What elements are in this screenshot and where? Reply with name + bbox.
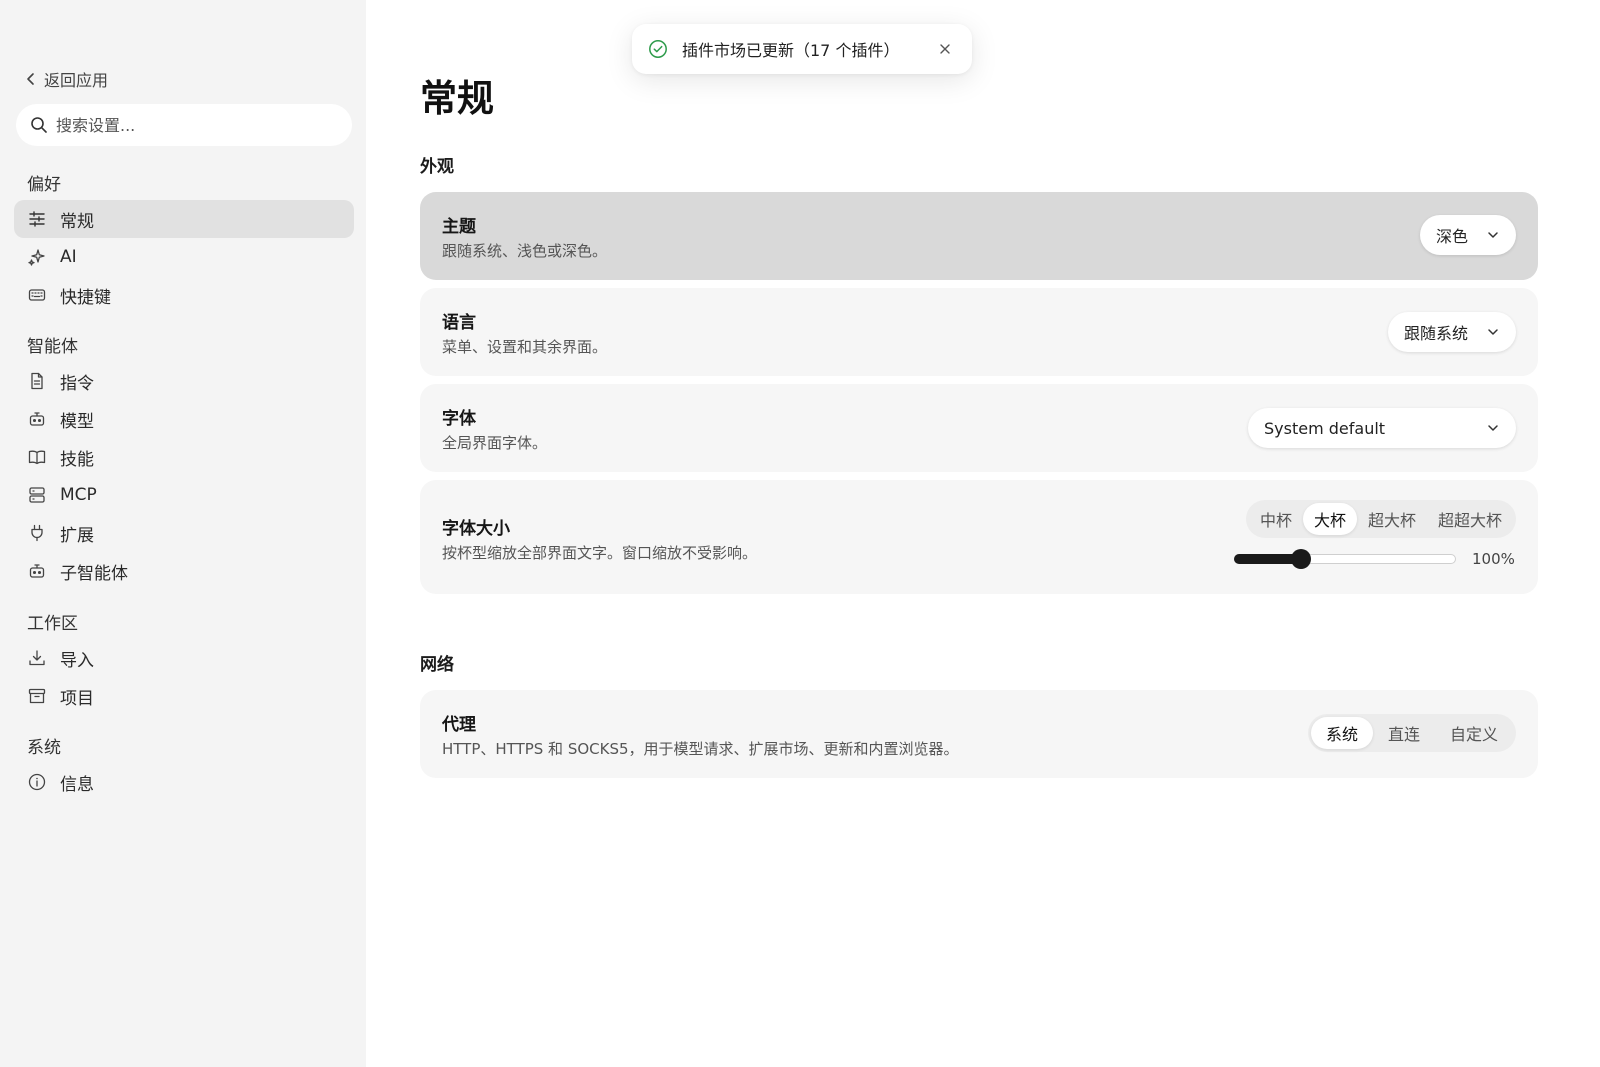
close-icon bbox=[940, 44, 950, 54]
chevron-left-icon bbox=[27, 73, 34, 85]
bot-icon bbox=[29, 564, 45, 578]
sidebar-item-general[interactable]: 常规 bbox=[14, 200, 354, 238]
chevron-down-icon bbox=[1488, 232, 1498, 238]
sidebar-item-shortcuts[interactable]: 快捷键 bbox=[14, 276, 354, 314]
setting-desc: 跟随系统、浅色或深色。 bbox=[442, 242, 608, 260]
proxy-segmented-control[interactable]: 系统 直连 自定义 bbox=[1307, 714, 1516, 752]
search-input[interactable] bbox=[56, 115, 326, 135]
toast-notification: 插件市场已更新（17 个插件） bbox=[632, 24, 972, 74]
plug-icon bbox=[31, 524, 43, 542]
archive-icon bbox=[28, 688, 46, 704]
section-title-network: 网络 bbox=[420, 655, 454, 675]
slider-thumb[interactable] bbox=[1291, 549, 1311, 569]
check-circle-icon bbox=[649, 40, 667, 58]
sidebar-item-label: 项目 bbox=[60, 688, 94, 709]
chevron-down-icon bbox=[1488, 425, 1498, 431]
sidebar-item-ai[interactable]: AI bbox=[14, 238, 354, 276]
proxy-option-system[interactable]: 系统 bbox=[1310, 717, 1373, 749]
setting-row-font-size: 字体大小 按杯型缩放全部界面文字。窗口缩放不受影响。 中杯 大杯 超大杯 超超大… bbox=[420, 480, 1538, 594]
proxy-option-direct[interactable]: 直连 bbox=[1373, 717, 1435, 749]
font-size-slider: 100% bbox=[1234, 546, 1516, 572]
setting-desc: HTTP、HTTPS 和 SOCKS5，用于模型请求、扩展市场、更新和内置浏览器… bbox=[442, 740, 959, 758]
back-label: 返回应用 bbox=[44, 71, 109, 90]
theme-dropdown[interactable]: 深色 bbox=[1420, 215, 1516, 255]
toast-close-button[interactable] bbox=[934, 38, 956, 60]
setting-title: 语言 bbox=[442, 313, 476, 333]
setting-row-font: 字体 全局界面字体。 System default bbox=[420, 384, 1538, 472]
search-icon bbox=[31, 117, 47, 133]
dropdown-value: 深色 bbox=[1436, 227, 1469, 246]
sidebar-item-instructions[interactable]: 指令 bbox=[14, 362, 354, 400]
document-icon bbox=[31, 372, 43, 390]
page-title: 常规 bbox=[420, 77, 494, 120]
slider-value-label: 100% bbox=[1472, 550, 1515, 568]
font-size-option-medium[interactable]: 中杯 bbox=[1249, 503, 1303, 535]
sidebar-item-mcp[interactable]: MCP bbox=[14, 476, 354, 514]
setting-desc: 菜单、设置和其余界面。 bbox=[442, 338, 608, 356]
book-icon bbox=[28, 450, 46, 465]
font-dropdown[interactable]: System default bbox=[1248, 408, 1516, 448]
setting-row-proxy: 代理 HTTP、HTTPS 和 SOCKS5，用于模型请求、扩展市场、更新和内置… bbox=[420, 690, 1538, 778]
setting-title: 代理 bbox=[442, 715, 476, 735]
settings-window: 返回应用 偏好 常规 AI 快捷键 智能体 指令 模型 bbox=[0, 0, 1600, 1067]
group-label-workspace: 工作区 bbox=[27, 614, 78, 634]
settings-search[interactable] bbox=[16, 104, 352, 146]
group-label-preferences: 偏好 bbox=[27, 175, 61, 195]
sidebar-item-extensions[interactable]: 扩展 bbox=[14, 514, 354, 552]
font-size-option-large[interactable]: 大杯 bbox=[1302, 503, 1357, 535]
proxy-option-custom[interactable]: 自定义 bbox=[1435, 717, 1513, 749]
setting-row-language: 语言 菜单、设置和其余界面。 跟随系统 bbox=[420, 288, 1538, 376]
dropdown-value: 跟随系统 bbox=[1404, 324, 1469, 343]
sidebar-item-label: 子智能体 bbox=[60, 563, 128, 584]
sidebar-item-label: 模型 bbox=[60, 411, 94, 432]
sparkles-icon bbox=[28, 249, 45, 266]
sidebar-item-models[interactable]: 模型 bbox=[14, 400, 354, 438]
font-size-segmented-control[interactable]: 中杯 大杯 超大杯 超超大杯 bbox=[1245, 500, 1516, 538]
dropdown-value: System default bbox=[1264, 418, 1386, 438]
sidebar-item-label: 导入 bbox=[60, 650, 94, 671]
sidebar-item-label: MCP bbox=[60, 485, 97, 505]
download-icon bbox=[29, 650, 45, 666]
sidebar-item-label: AI bbox=[60, 247, 77, 267]
setting-row-theme: 主题 跟随系统、浅色或深色。 深色 bbox=[420, 192, 1538, 280]
slider-track[interactable] bbox=[1234, 549, 1456, 569]
bot-icon bbox=[29, 412, 45, 426]
info-icon bbox=[28, 773, 46, 791]
sidebar-item-subagents[interactable]: 子智能体 bbox=[14, 552, 354, 590]
setting-title: 主题 bbox=[442, 217, 476, 237]
settings-content: 常规 外观 主题 跟随系统、浅色或深色。 深色 语言 菜单、设置和其余界面。 跟… bbox=[366, 0, 1600, 1067]
setting-desc: 全局界面字体。 bbox=[442, 434, 548, 452]
back-to-app-link[interactable]: 返回应用 bbox=[24, 66, 108, 92]
sidebar-item-label: 信息 bbox=[60, 774, 94, 795]
setting-desc: 按杯型缩放全部界面文字。窗口缩放不受影响。 bbox=[442, 544, 758, 562]
group-label-system: 系统 bbox=[27, 738, 61, 758]
sidebar-item-projects[interactable]: 项目 bbox=[14, 677, 354, 715]
chevron-down-icon bbox=[1488, 329, 1498, 335]
section-title-appearance: 外观 bbox=[420, 157, 454, 177]
sidebar-item-label: 指令 bbox=[60, 373, 94, 394]
font-size-option-xxlarge[interactable]: 超超大杯 bbox=[1427, 503, 1513, 535]
sidebar-item-label: 快捷键 bbox=[60, 287, 111, 308]
setting-title: 字体 bbox=[442, 409, 476, 429]
setting-title: 字体大小 bbox=[442, 519, 510, 539]
font-size-option-xlarge[interactable]: 超大杯 bbox=[1357, 503, 1427, 535]
server-icon bbox=[29, 487, 45, 503]
group-label-agents: 智能体 bbox=[27, 337, 78, 357]
sidebar-item-label: 常规 bbox=[60, 211, 94, 232]
sidebar-item-import[interactable]: 导入 bbox=[14, 639, 354, 677]
sidebar-item-label: 扩展 bbox=[60, 525, 94, 546]
sidebar-item-skills[interactable]: 技能 bbox=[14, 438, 354, 476]
keyboard-icon bbox=[28, 289, 46, 301]
sidebar-item-info[interactable]: 信息 bbox=[14, 763, 354, 801]
language-dropdown[interactable]: 跟随系统 bbox=[1388, 312, 1516, 352]
sidebar: 返回应用 偏好 常规 AI 快捷键 智能体 指令 模型 bbox=[0, 0, 366, 1067]
toast-message: 插件市场已更新（17 个插件） bbox=[682, 41, 900, 60]
sliders-icon bbox=[29, 211, 45, 227]
sidebar-item-label: 技能 bbox=[60, 449, 94, 470]
